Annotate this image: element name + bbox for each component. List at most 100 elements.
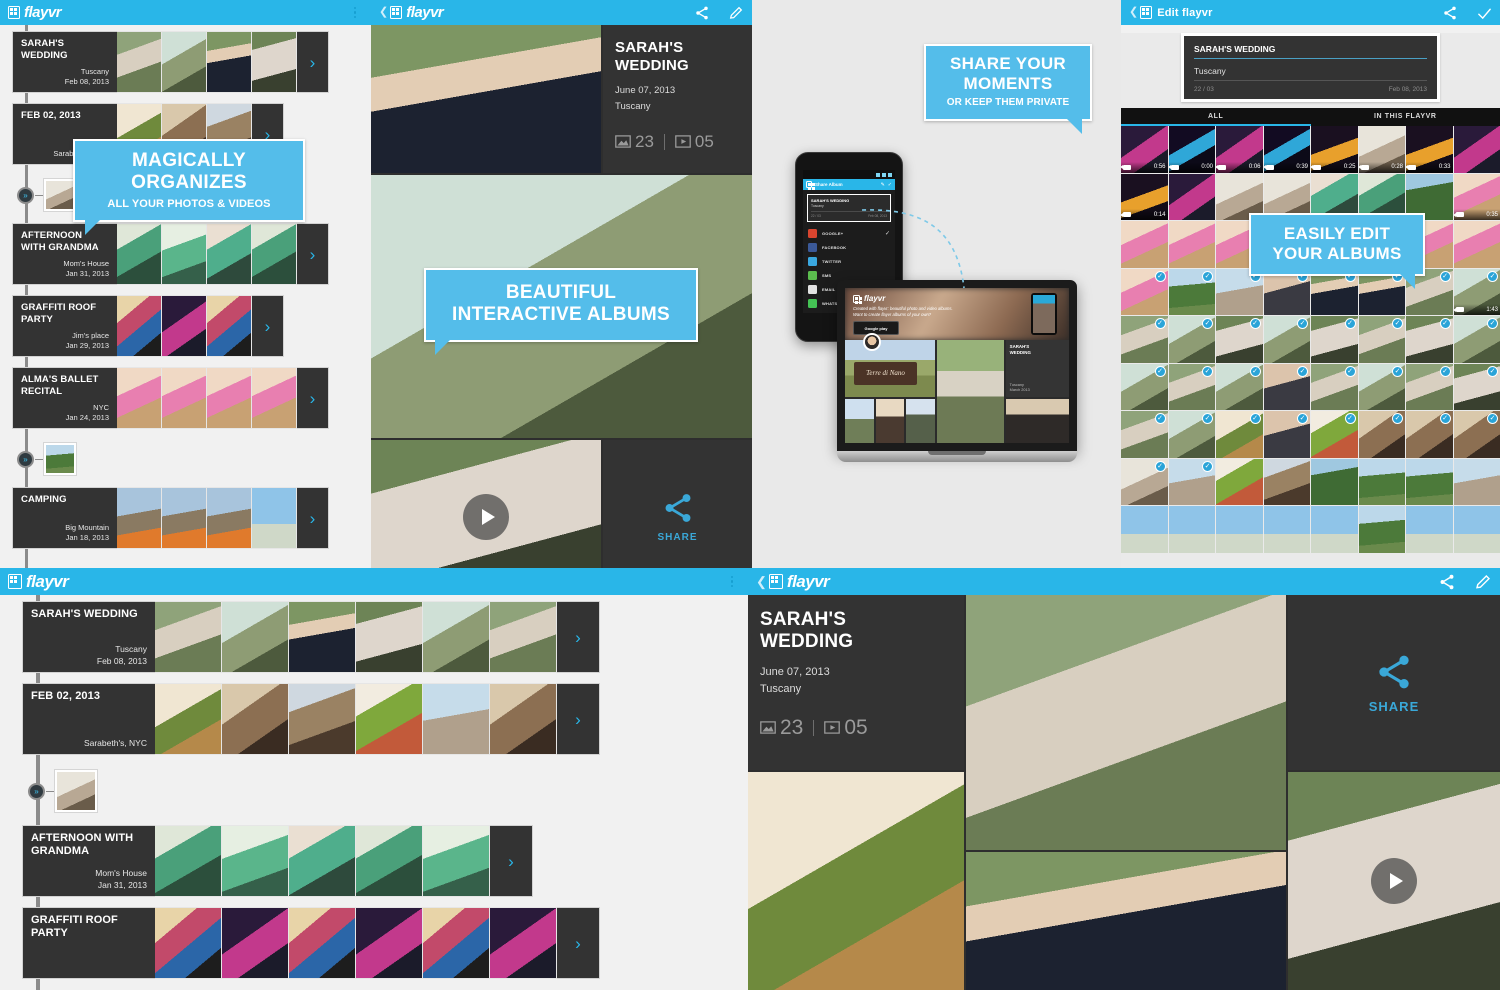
selected-check-icon[interactable]: ✓	[1202, 270, 1213, 282]
grid-photo-cell[interactable]	[1406, 458, 1453, 505]
grid-photo-cell[interactable]	[1453, 221, 1500, 268]
timeline-row[interactable]: AFTERNOON WITH GRANDMA Mom's House Jan 31,…	[12, 223, 371, 285]
timeline-thumbnail[interactable]	[222, 683, 289, 755]
selected-check-icon[interactable]: ✓	[1249, 413, 1261, 424]
grid-photo-cell[interactable]: ✓	[1168, 316, 1215, 363]
timeline-card[interactable]: AFTERNOON WITH GRANDMA Mom's House Jan 31,…	[12, 223, 117, 285]
timeline-expand-node[interactable]: »	[17, 186, 34, 204]
back-chevron-icon[interactable]: ❮	[1129, 7, 1138, 18]
timeline-thumbnail[interactable]	[207, 295, 252, 357]
timeline-thumbnail[interactable]	[356, 683, 423, 755]
timeline-thumbnail[interactable]	[162, 487, 207, 549]
selected-check-icon[interactable]: ✓	[1344, 365, 1356, 377]
timeline-next-button[interactable]: ›	[297, 487, 329, 549]
share-icon[interactable]	[661, 491, 695, 525]
timeline-thumbnail[interactable]	[252, 223, 297, 285]
selected-check-icon[interactable]: ✓	[1439, 413, 1451, 424]
grid-photo-cell[interactable]: ✓	[1121, 316, 1168, 363]
selected-check-icon[interactable]: ✓	[1487, 270, 1498, 282]
selected-check-icon[interactable]: ✓	[1297, 318, 1308, 329]
selected-check-icon[interactable]: ✓	[1392, 318, 1403, 329]
timeline-single-photo[interactable]	[43, 442, 77, 476]
timeline-expand-node[interactable]: »	[28, 782, 45, 800]
grid-photo-cell[interactable]: ✓	[1406, 411, 1453, 458]
grid-photo-cell[interactable]: ✓	[1121, 268, 1168, 315]
grid-photo-cell[interactable]: ✓	[1406, 316, 1453, 363]
timeline-card[interactable]: ALMA'S BALLET RECITAL NYC Jan 24, 2013	[12, 367, 117, 429]
album-name-field[interactable]: SARAH'S WEDDING	[1194, 44, 1427, 59]
timeline-thumbnail[interactable]	[356, 825, 423, 897]
timeline-thumbnail[interactable]	[162, 295, 207, 357]
grid-photo-cell[interactable]: 0:35	[1453, 173, 1500, 220]
album-photo-video[interactable]	[371, 440, 601, 568]
grid-photo-cell[interactable]	[1121, 506, 1168, 553]
timeline-card[interactable]: FEB 02, 2013 Sarabeth's, NYC	[22, 683, 155, 755]
timeline-thumbnail[interactable]	[252, 367, 297, 429]
timeline-card[interactable]: SARAH'S WEDDING Tuscany Feb 08, 2013	[12, 31, 117, 93]
timeline-single-photo[interactable]	[54, 769, 98, 813]
grid-photo-cell[interactable]: ✓	[1453, 411, 1500, 458]
timeline-card[interactable]: SARAH'S WEDDING Tuscany Feb 08, 2013	[22, 601, 155, 673]
edit-pencil-icon[interactable]	[728, 5, 744, 21]
timeline-next-button[interactable]: ›	[490, 825, 533, 897]
album-photo-portrait[interactable]	[966, 852, 1286, 990]
timeline-thumbnail[interactable]	[222, 601, 289, 673]
timeline-thumbnail[interactable]	[252, 31, 297, 93]
timeline-next-button[interactable]: ›	[557, 601, 600, 673]
grid-photo-cell[interactable]: ✓	[1216, 411, 1263, 458]
timeline-thumbnail[interactable]	[356, 601, 423, 673]
timeline-next-button[interactable]: ›	[297, 367, 329, 429]
grid-photo-cell[interactable]: ✓	[1216, 363, 1263, 410]
timeline-row[interactable]: FEB 02, 2013 Sarabeth's, NYC ›	[22, 683, 748, 755]
grid-photo-cell[interactable]: 0:56	[1121, 126, 1168, 173]
timeline-thumbnail[interactable]	[356, 907, 423, 979]
timeline-row[interactable]: SARAH'S WEDDING Tuscany Feb 08, 2013 ›	[22, 601, 748, 673]
selected-check-icon[interactable]: ✓	[1154, 460, 1166, 472]
selected-check-icon[interactable]: ✓	[1439, 318, 1451, 329]
album-share-tile[interactable]: SHARE	[603, 440, 752, 568]
selected-check-icon[interactable]: ✓	[1297, 413, 1308, 424]
grid-photo-cell[interactable]: ✓	[1453, 363, 1500, 410]
timeline-thumbnail[interactable]	[117, 295, 162, 357]
share-icon[interactable]	[1442, 5, 1458, 21]
selected-check-icon[interactable]: ✓	[1439, 270, 1451, 282]
grid-photo-cell[interactable]: ✓	[1311, 411, 1358, 458]
timeline-thumbnail[interactable]	[162, 367, 207, 429]
selected-check-icon[interactable]: ✓	[1202, 365, 1213, 377]
timeline-thumbnail[interactable]	[289, 825, 356, 897]
timeline-thumbnail[interactable]	[155, 825, 222, 897]
grid-photo-cell[interactable]	[1406, 506, 1453, 553]
share-icon[interactable]	[694, 5, 710, 21]
selected-check-icon[interactable]: ✓	[1154, 318, 1166, 329]
grid-photo-cell[interactable]	[1358, 458, 1405, 505]
album-photo-left[interactable]	[748, 772, 964, 990]
grid-photo-cell[interactable]	[1453, 506, 1500, 553]
grid-photo-cell[interactable]: ✓	[1168, 458, 1215, 505]
selected-check-icon[interactable]: ✓	[1344, 413, 1356, 424]
timeline-thumbnail[interactable]	[207, 223, 252, 285]
grid-photo-cell[interactable]: 0:00	[1168, 126, 1215, 173]
timeline-row[interactable]: SARAH'S WEDDING Tuscany Feb 08, 2013 ›	[12, 31, 371, 93]
timeline-thumb-strip[interactable]	[155, 683, 557, 755]
timeline-thumbnail[interactable]	[117, 31, 162, 93]
grid-photo-cell[interactable]: ✓	[1168, 268, 1215, 315]
timeline-thumbnail[interactable]	[423, 601, 490, 673]
tab-in-this-flayvr[interactable]: IN THIS FLAYVR	[1311, 108, 1500, 126]
grid-photo-cell[interactable]: 0:33	[1406, 126, 1453, 173]
timeline-expand-node[interactable]: »	[17, 450, 34, 468]
grid-photo-cell[interactable]	[1168, 173, 1215, 220]
timeline-thumbnail[interactable]	[289, 601, 356, 673]
album-place-field[interactable]: Tuscany	[1194, 66, 1427, 81]
grid-photo-cell[interactable]: ✓	[1121, 458, 1168, 505]
album-photo-hero[interactable]	[966, 595, 1286, 850]
grid-photo-cell[interactable]	[1311, 458, 1358, 505]
timeline-thumbnail[interactable]	[117, 223, 162, 285]
grid-photo-cell[interactable]	[1216, 506, 1263, 553]
timeline-thumb-strip[interactable]	[117, 487, 297, 549]
selected-check-icon[interactable]: ✓	[1297, 365, 1308, 377]
timeline-thumbnail[interactable]	[155, 683, 222, 755]
selected-check-icon[interactable]: ✓	[1154, 413, 1166, 424]
share-icon[interactable]	[1438, 573, 1456, 591]
timeline-thumb-strip[interactable]	[155, 601, 557, 673]
timeline-list-bottom[interactable]: SARAH'S WEDDING Tuscany Feb 08, 2013 › FEB 0…	[0, 595, 748, 990]
